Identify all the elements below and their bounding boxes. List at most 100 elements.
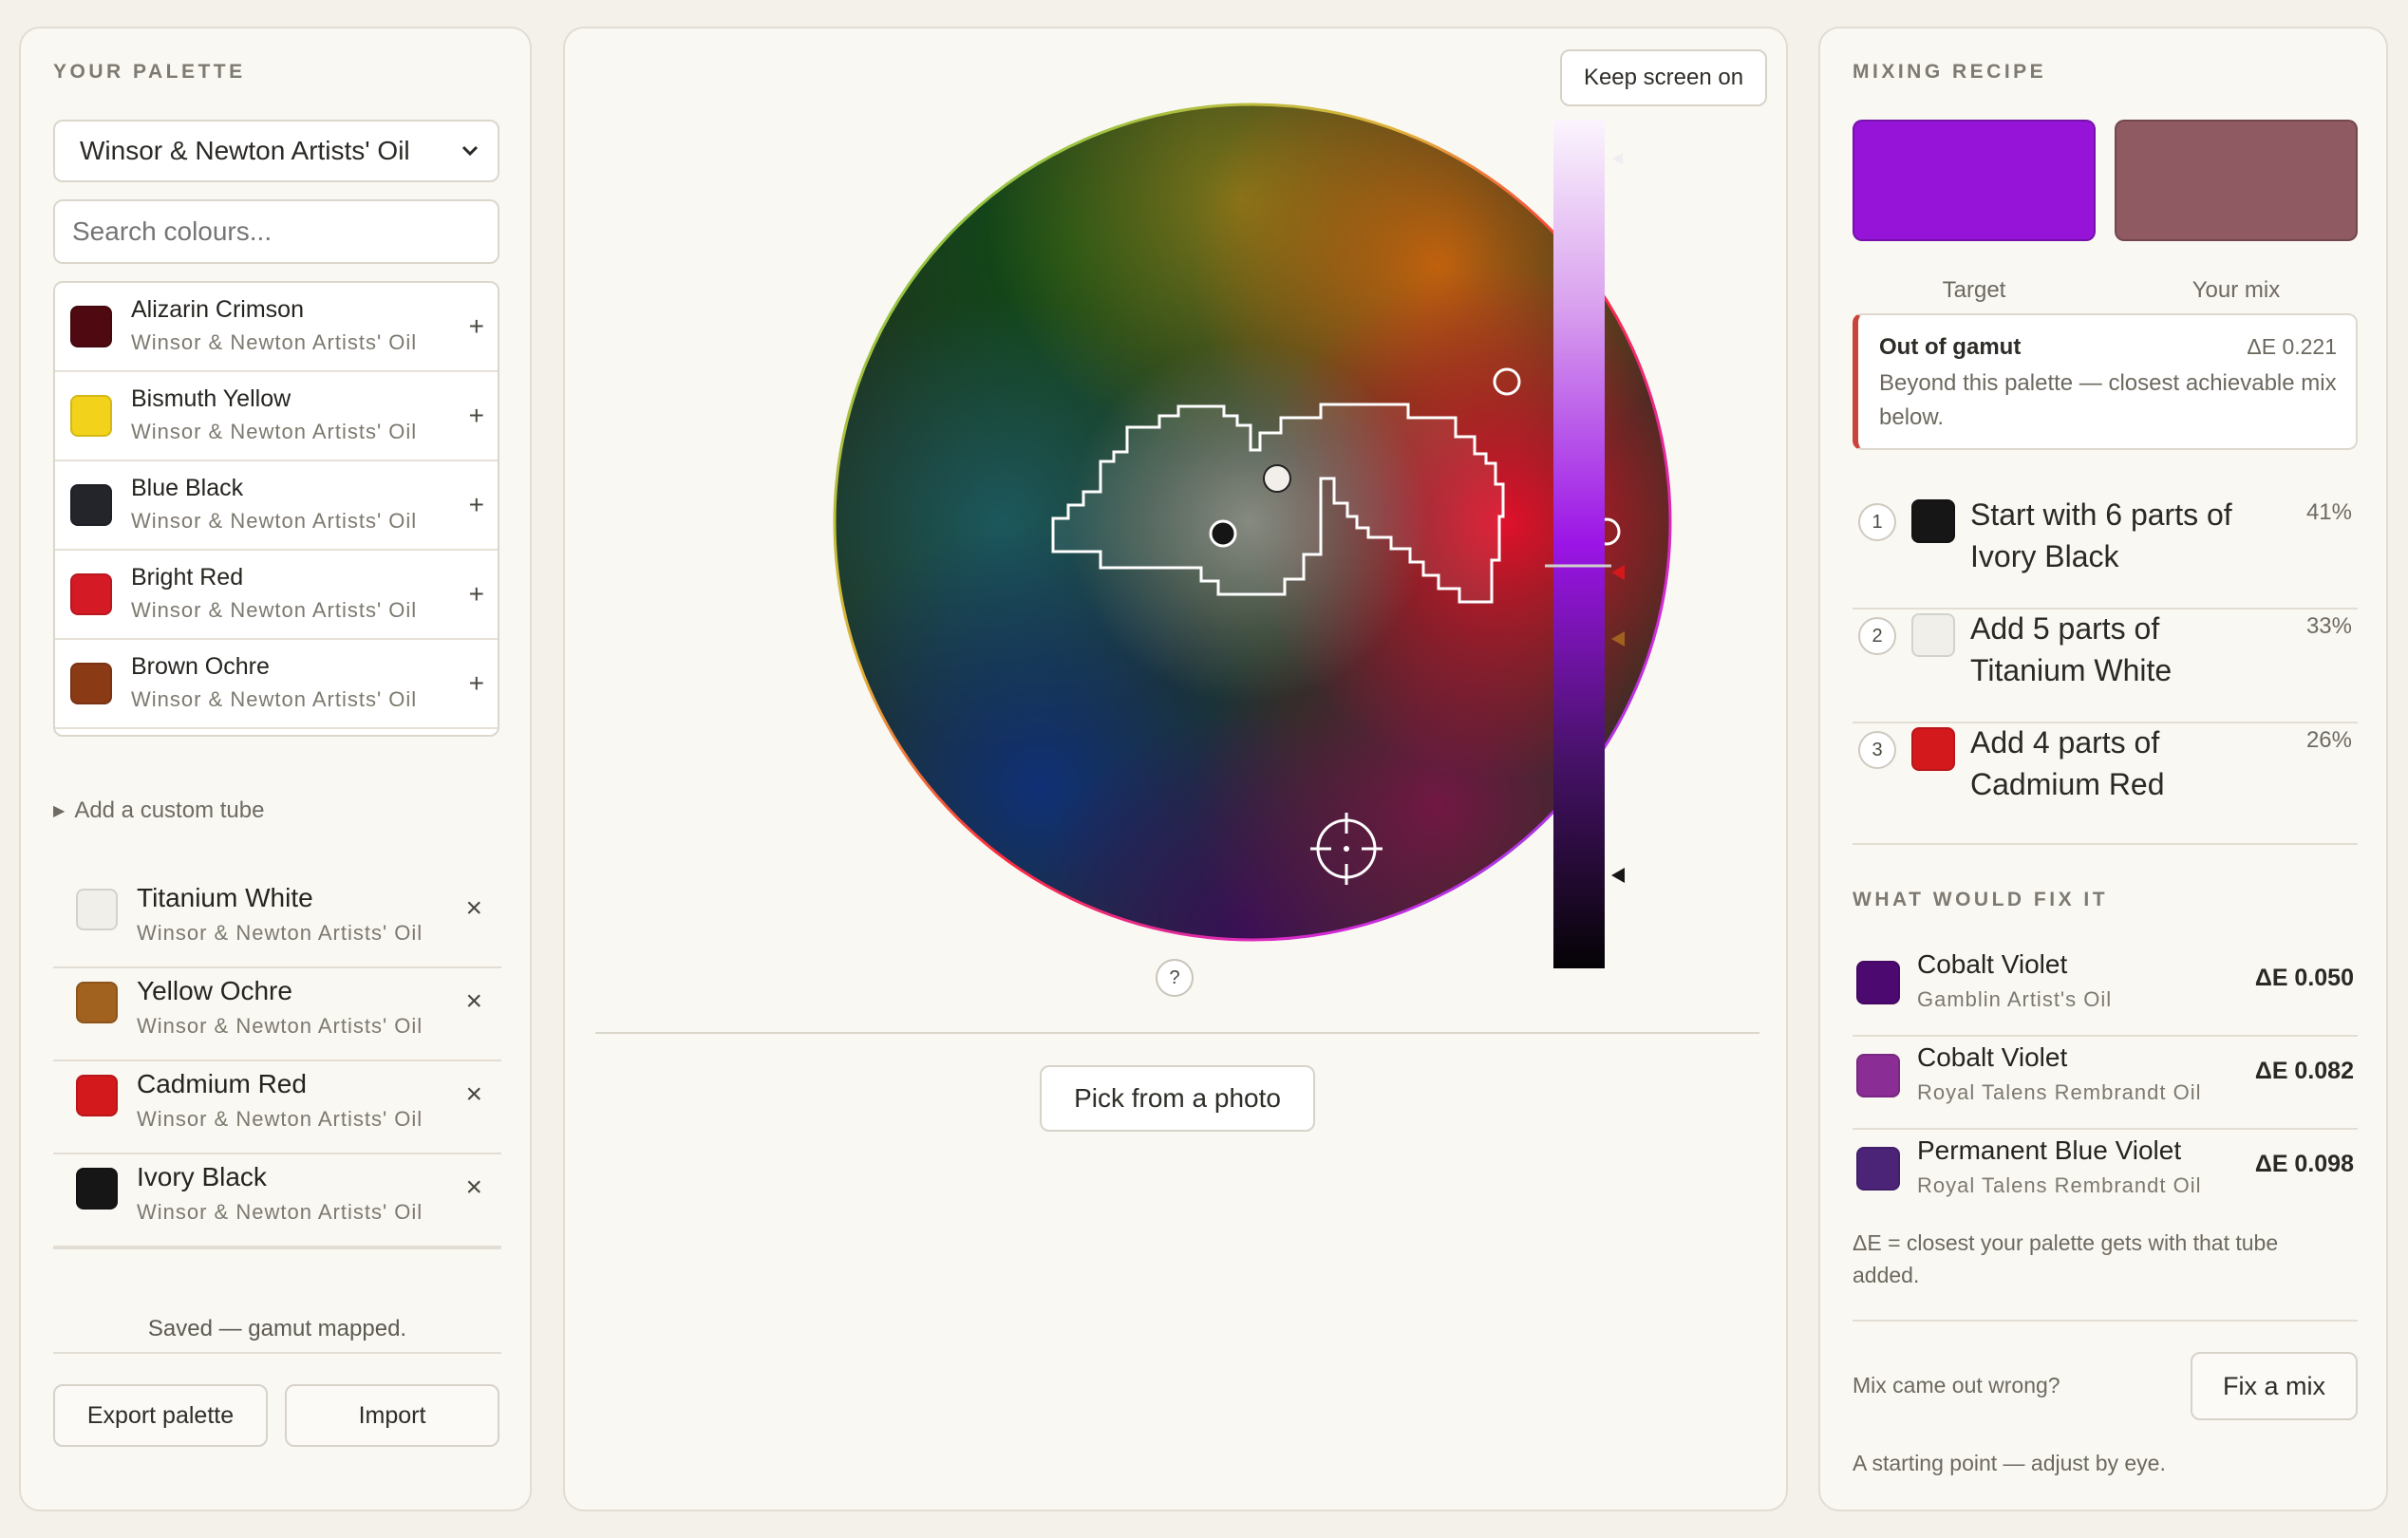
step-text: Start with 6 parts of Ivory Black: [1970, 497, 2232, 573]
chevron-down-icon: [460, 141, 480, 167]
add-icon[interactable]: +: [469, 579, 484, 610]
tube-name: Blue Black: [131, 475, 244, 501]
step-number: 1: [1858, 503, 1896, 541]
tube-name: Bright Red: [131, 564, 244, 591]
add-custom-tube-toggle[interactable]: ▶ Add a custom tube: [53, 797, 264, 824]
palette-item: Titanium White Winsor & Newton Artists' …: [53, 873, 501, 968]
recipe-step: 3 Add 4 parts of Cadmium Red 26%: [1853, 722, 2358, 845]
add-icon[interactable]: +: [469, 668, 484, 699]
tube-brand: Winsor & Newton Artists' Oil: [131, 687, 418, 711]
remove-icon[interactable]: ×: [465, 892, 482, 925]
tube-brand: Winsor & Newton Artists' Oil: [137, 921, 423, 945]
export-palette-button[interactable]: Export palette: [53, 1384, 268, 1447]
black-tube-marker-icon: [1611, 868, 1625, 883]
list-item[interactable]: Bismuth Yellow Winsor & Newton Artists' …: [55, 372, 498, 461]
list-item[interactable]: Blue Black Winsor & Newton Artists' Oil …: [55, 461, 498, 551]
palette-item: Ivory Black Winsor & Newton Artists' Oil…: [53, 1153, 501, 1247]
list-item[interactable]: Brown Ochre Winsor & Newton Artists' Oil…: [55, 640, 498, 729]
color-wheel[interactable]: [565, 28, 1790, 1538]
fix-suggestion[interactable]: Cobalt Violet Royal Talens Rembrandt Oil…: [1853, 1035, 2358, 1130]
search-input[interactable]: [53, 199, 499, 264]
step-percent: 26%: [2305, 727, 2352, 753]
remove-icon[interactable]: ×: [465, 1078, 482, 1111]
help-button[interactable]: ?: [1156, 959, 1194, 997]
swatch: [76, 1075, 118, 1116]
import-button[interactable]: Import: [285, 1384, 499, 1447]
tube-brand: Winsor & Newton Artists' Oil: [137, 1014, 423, 1038]
disclosure-triangle-icon: ▶: [53, 803, 66, 819]
swatch: [1856, 1147, 1900, 1191]
tube-brand: Winsor & Newton Artists' Oil: [131, 509, 418, 533]
tube-name: Cadmium Red: [137, 1069, 307, 1098]
step-text: Add 5 parts of Titanium White: [1970, 611, 2173, 687]
step-number: 2: [1858, 617, 1896, 655]
remove-icon[interactable]: ×: [465, 985, 482, 1018]
palette-title: YOUR PALETTE: [53, 61, 246, 83]
swatch: [70, 306, 112, 347]
fix-delta: ΔE 0.082: [2254, 1058, 2354, 1084]
remove-icon[interactable]: ×: [465, 1172, 482, 1204]
recipe-title: MIXING RECIPE: [1853, 61, 2047, 83]
search-results-list[interactable]: Alizarin Crimson Winsor & Newton Artists…: [53, 281, 499, 737]
save-status: Saved — gamut mapped.: [147, 1316, 407, 1341]
footer-note: A starting point — adjust by eye.: [1853, 1451, 2166, 1475]
swatch: [76, 889, 118, 930]
fix-name: Cobalt Violet: [1917, 1042, 2068, 1072]
fix-suggestion[interactable]: Cobalt Violet Gamblin Artist's Oil ΔE 0.…: [1853, 942, 2358, 1037]
tube-brand: Winsor & Newton Artists' Oil: [131, 420, 418, 443]
swatch: [70, 663, 112, 704]
swatch: [70, 484, 112, 526]
fix-brand: Royal Talens Rembrandt Oil: [1917, 1080, 2202, 1104]
pick-from-photo-button[interactable]: Pick from a photo: [1040, 1065, 1315, 1132]
target-label: Target: [1942, 277, 2006, 303]
divider: [53, 1352, 501, 1354]
color-wheel-panel: Keep screen on ? Pick from a photo: [563, 27, 1788, 1511]
mixing-recipe-panel: MIXING RECIPE Target Your mix Out of gam…: [1818, 27, 2388, 1511]
recipe-step: 1 Start with 6 parts of Ivory Black 41%: [1853, 494, 2358, 610]
tube-name: Alizarin Crimson: [131, 296, 304, 323]
tube-name: Ivory Black: [137, 1162, 267, 1191]
swatch: [1911, 499, 1955, 543]
tube-name: Yellow Ochre: [137, 976, 292, 1005]
add-icon[interactable]: +: [469, 311, 484, 342]
palette-item: Cadmium Red Winsor & Newton Artists' Oil…: [53, 1060, 501, 1154]
list-item[interactable]: Alizarin Crimson Winsor & Newton Artists…: [55, 283, 498, 372]
swatch: [76, 1168, 118, 1210]
list-item[interactable]: Bright Red Winsor & Newton Artists' Oil …: [55, 551, 498, 640]
swatch: [1856, 1054, 1900, 1097]
palette-item: Yellow Ochre Winsor & Newton Artists' Oi…: [53, 966, 501, 1061]
step-text: Add 4 parts of Cadmium Red: [1970, 725, 2165, 801]
step-number: 3: [1858, 731, 1896, 769]
brand-select-value: Winsor & Newton Artists' Oil: [80, 136, 410, 165]
fix-a-mix-button[interactable]: Fix a mix: [2191, 1352, 2358, 1420]
fix-suggestion[interactable]: Permanent Blue Violet Royal Talens Rembr…: [1853, 1128, 2358, 1221]
fix-delta: ΔE 0.098: [2254, 1151, 2354, 1177]
swatch: [1856, 961, 1900, 1004]
swatch: [70, 573, 112, 615]
swatch: [70, 395, 112, 437]
tube-brand: Winsor & Newton Artists' Oil: [137, 1107, 423, 1131]
warning-detail: Beyond this palette — closest achievable…: [1879, 370, 2337, 430]
tube-brand: Winsor & Newton Artists' Oil: [137, 1200, 423, 1224]
add-icon[interactable]: +: [469, 401, 484, 431]
titanium-white-marker[interactable]: [1263, 464, 1291, 493]
fix-note: ΔE = closest your palette gets with that…: [1853, 1230, 2279, 1287]
tube-brand: Winsor & Newton Artists' Oil: [131, 330, 418, 354]
out-of-gamut-warning: Out of gamut ΔE 0.221 Beyond this palett…: [1853, 313, 2358, 450]
recipe-step: 2 Add 5 parts of Titanium White 33%: [1853, 608, 2358, 723]
brand-select[interactable]: Winsor & Newton Artists' Oil: [53, 120, 499, 182]
ivory-black-marker[interactable]: [1209, 519, 1237, 548]
step-percent: 33%: [2305, 613, 2352, 639]
palette-panel: YOUR PALETTE Winsor & Newton Artists' Oi…: [19, 27, 532, 1511]
step-percent: 41%: [2305, 499, 2352, 525]
mix-swatch: [2115, 120, 2358, 241]
divider: [53, 1247, 501, 1249]
swatch: [76, 982, 118, 1023]
fix-brand: Royal Talens Rembrandt Oil: [1917, 1173, 2202, 1197]
warning-title: Out of gamut: [1879, 334, 2022, 360]
add-icon[interactable]: +: [469, 490, 484, 520]
tube-name: Bismuth Yellow: [131, 385, 292, 412]
tube-brand: Winsor & Newton Artists' Oil: [131, 598, 418, 622]
fix-name: Cobalt Violet: [1917, 949, 2068, 979]
mix-label: Your mix: [2192, 277, 2281, 303]
